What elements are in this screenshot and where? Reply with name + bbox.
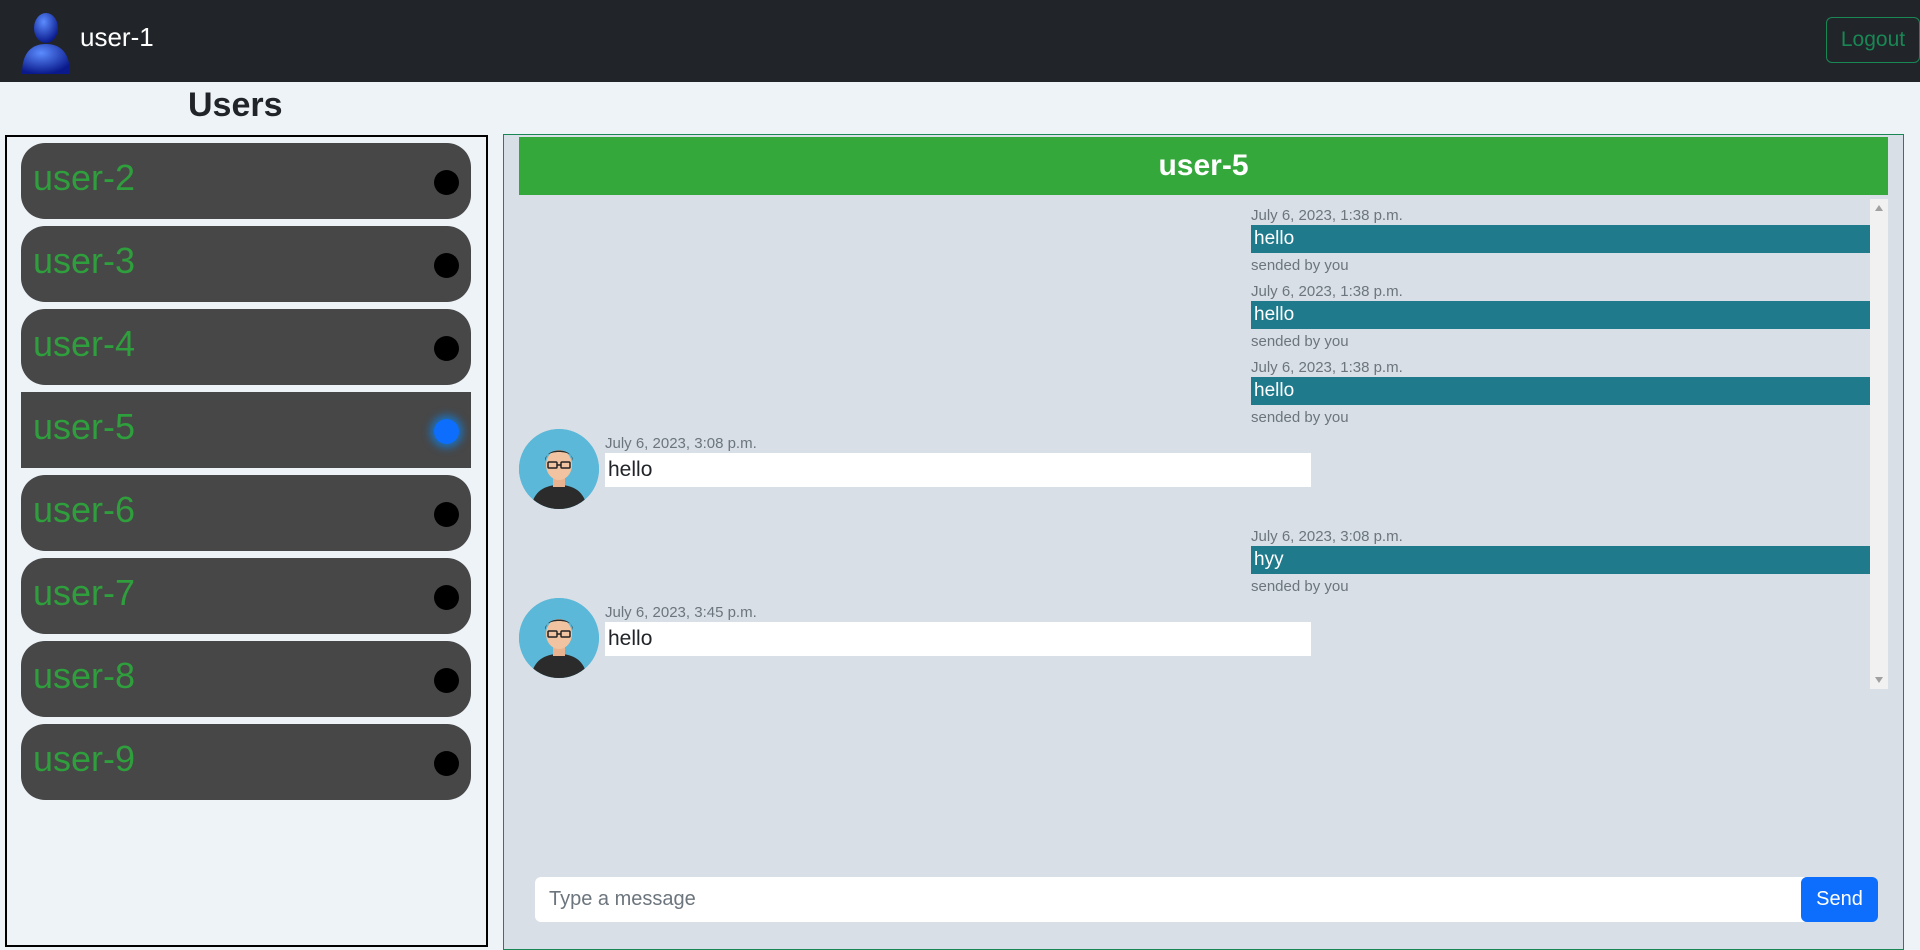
user-name: user-9 [33,738,136,779]
sent-message-bubble: hello [1251,377,1870,405]
user-list-item-user-7[interactable]: user-7 [21,558,471,634]
user-name: user-3 [33,240,136,281]
users-heading: Users [188,86,283,124]
sent-by-label: sended by you [1251,409,1349,426]
sent-by-label: sended by you [1251,333,1349,350]
logout-button[interactable]: Logout [1826,17,1920,63]
user-list-item-user-5[interactable]: user-5 [21,392,471,468]
scroll-up-arrow-icon[interactable] [1875,205,1883,211]
person-avatar-icon [519,429,599,509]
current-username: user-1 [80,22,154,52]
message-timestamp: July 6, 2023, 1:38 p.m. [1251,359,1403,376]
status-dot-icon [434,668,459,693]
contact-avatar [519,429,599,509]
status-dot-icon [434,336,459,361]
sent-by-label: sended by you [1251,578,1349,595]
sent-message-bubble: hyy [1251,546,1870,574]
user-list-item-user-6[interactable]: user-6 [21,475,471,551]
message-timestamp: July 6, 2023, 3:08 p.m. [605,435,757,452]
contact-avatar [519,598,599,678]
user-name: user-5 [33,406,136,447]
scroll-down-arrow-icon[interactable] [1875,677,1883,683]
user-name: user-2 [33,157,136,198]
user-name: user-7 [33,572,136,613]
chat-recipient-header: user-5 [519,137,1888,195]
user-list-item-user-4[interactable]: user-4 [21,309,471,385]
users-list-panel: user-2 user-3 user-4 user-5 user-6 user-… [5,135,488,947]
user-name: user-8 [33,655,136,696]
received-message-bubble: hello [605,622,1311,656]
status-dot-icon [434,502,459,527]
online-status-dot-icon [434,419,459,444]
user-name: user-6 [33,489,136,530]
message-timestamp: July 6, 2023, 3:08 p.m. [1251,528,1403,545]
status-dot-icon [434,751,459,776]
user-list-item-user-9[interactable]: user-9 [21,724,471,800]
message-timestamp: July 6, 2023, 1:38 p.m. [1251,207,1403,224]
message-list[interactable]: July 6, 2023, 1:38 p.m. hello sended by … [519,199,1888,689]
chat-panel: user-5 July 6, 2023, 1:38 p.m. hello sen… [503,134,1904,950]
sent-message-bubble: hello [1251,225,1870,253]
user-avatar-icon [22,13,70,74]
user-list-item-user-2[interactable]: user-2 [21,143,471,219]
message-timestamp: July 6, 2023, 1:38 p.m. [1251,283,1403,300]
top-navbar: user-1 Logout [0,0,1920,82]
user-name: user-4 [33,323,136,364]
sent-message-bubble: hello [1251,301,1870,329]
send-button[interactable]: Send [1801,877,1878,922]
status-dot-icon [434,253,459,278]
received-message-bubble: hello [605,453,1311,487]
status-dot-icon [434,585,459,610]
message-input[interactable] [535,877,1805,922]
user-list-item-user-3[interactable]: user-3 [21,226,471,302]
message-timestamp: July 6, 2023, 3:45 p.m. [605,604,757,621]
sent-by-label: sended by you [1251,257,1349,274]
person-avatar-icon [519,598,599,678]
message-list-scrollbar[interactable] [1870,199,1888,689]
user-list-item-user-8[interactable]: user-8 [21,641,471,717]
status-dot-icon [434,170,459,195]
